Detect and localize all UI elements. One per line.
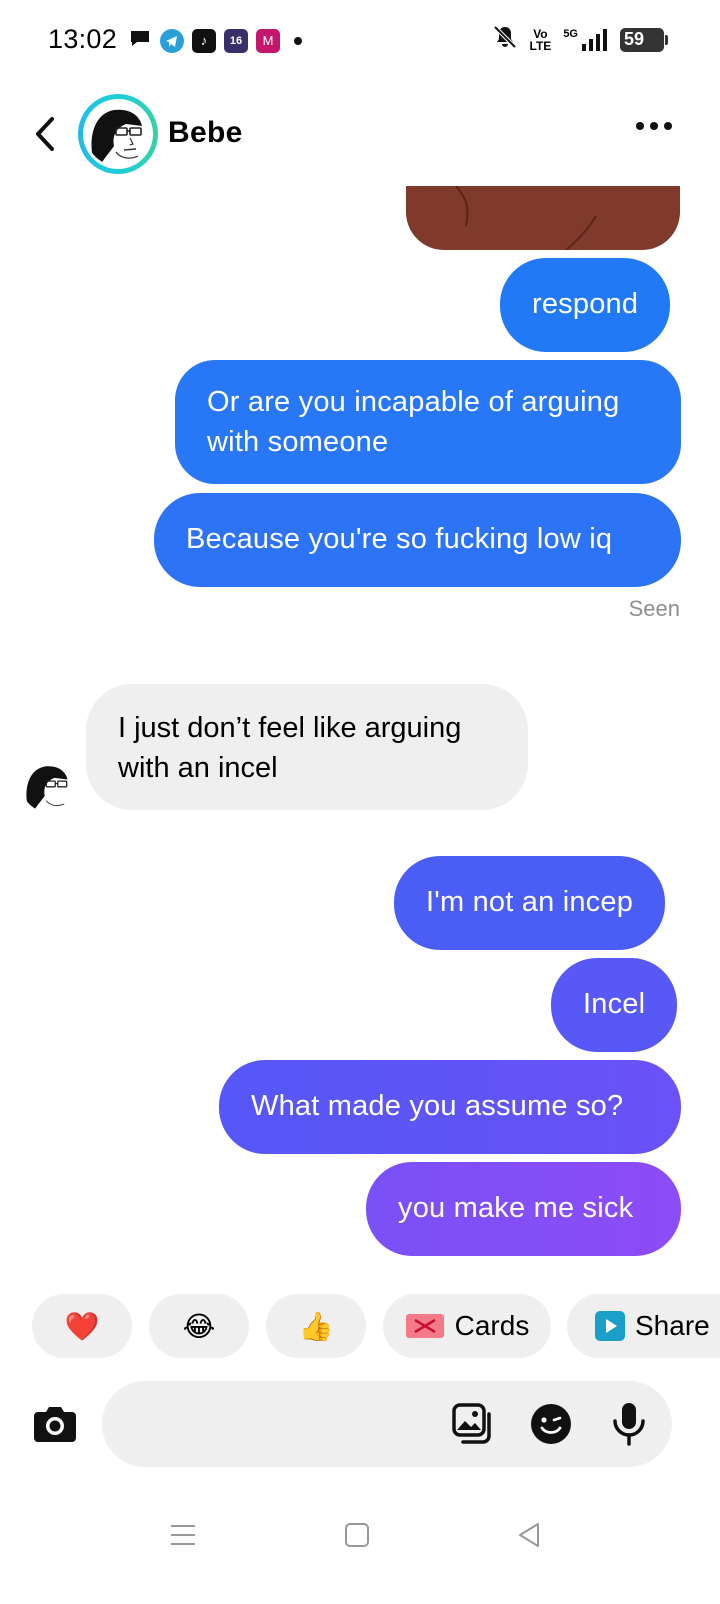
sender-avatar[interactable] [22, 760, 74, 812]
contact-name[interactable]: Bebe [168, 116, 243, 150]
back-nav-icon [519, 1523, 539, 1547]
received-message[interactable]: I just don’t feel like arguing with an i… [86, 684, 528, 810]
cards-button[interactable]: Cards [383, 1294, 551, 1358]
back-icon [36, 117, 54, 151]
telegram-icon [160, 28, 184, 53]
seen-status: Seen [628, 596, 680, 621]
menu-icon [171, 1525, 195, 1545]
heart-icon: ❤️ [64, 1310, 100, 1342]
m-app-icon: M [256, 28, 280, 53]
network-type: 5G [563, 27, 578, 40]
sent-message[interactable]: Or are you incapable of arguing with som… [175, 360, 681, 484]
volte-bottom: LTE [529, 38, 552, 53]
message-composer [102, 1381, 672, 1467]
recents-button[interactable] [158, 1510, 208, 1560]
system-icons: Vo LTE 5G 59 [492, 24, 668, 55]
camera-icon [34, 1407, 76, 1442]
notification-icons: ♪ 16 M [128, 26, 302, 55]
share-label: Share [635, 1310, 710, 1341]
shared-media-preview[interactable] [406, 186, 680, 250]
system-nav-bar [0, 1490, 720, 1604]
more-notifications-dot [294, 36, 302, 45]
sent-message[interactable]: Because you're so fucking low iq [154, 493, 681, 587]
gallery-icon [452, 1403, 491, 1444]
contact-avatar[interactable] [78, 94, 158, 174]
share-play-icon [595, 1311, 625, 1341]
gallery-button[interactable] [450, 1401, 496, 1447]
battery-icon: 59 [620, 27, 668, 52]
message-input[interactable] [122, 1381, 422, 1467]
thumbs-up-button[interactable]: 👍 [266, 1294, 366, 1358]
cards-label: Cards [454, 1310, 530, 1341]
sent-message[interactable]: respond [500, 258, 671, 352]
thumbs-up-icon: 👍 [298, 1310, 334, 1342]
calendar-icon: 16 [224, 28, 248, 53]
battery-level: 59 [624, 29, 645, 49]
home-icon [345, 1523, 369, 1547]
more-icon-dot [664, 122, 672, 130]
sent-message[interactable]: you make me sick [366, 1162, 681, 1256]
volte-indicator: Vo LTE [530, 28, 552, 52]
sent-message[interactable]: What made you assume so? [219, 1060, 681, 1154]
sticker-icon [531, 1404, 571, 1444]
tiktok-icon: ♪ [192, 28, 216, 53]
laughing-emoji-icon: 😂 [182, 1310, 216, 1342]
chat-icon [128, 26, 152, 55]
status-time: 13:02 [48, 24, 118, 54]
status-bar: 13:02 ♪ 16 M Vo LTE 5G 59 [0, 0, 720, 80]
avatar-face-icon [22, 760, 74, 812]
more-options-button[interactable] [636, 122, 672, 130]
quick-reactions-row: ❤️ 😂 👍 Cards Share [32, 1294, 720, 1358]
back-button[interactable] [30, 114, 60, 154]
gift-card-icon [405, 1314, 444, 1338]
system-back-button[interactable] [504, 1510, 554, 1560]
home-button[interactable] [332, 1510, 382, 1560]
microphone-button[interactable] [606, 1401, 652, 1447]
share-button[interactable]: Share [567, 1294, 720, 1358]
signal-icon: 5G [563, 28, 608, 52]
sticker-button[interactable] [528, 1401, 574, 1447]
avatar-face-icon [86, 102, 150, 166]
mic-icon [613, 1403, 645, 1446]
sent-message[interactable]: I'm not an incep [394, 856, 666, 950]
more-icon-dot [650, 122, 658, 130]
sent-message[interactable]: Incel [551, 958, 678, 1052]
mute-icon [492, 24, 518, 55]
heart-reaction-button[interactable]: ❤️ [32, 1294, 132, 1358]
more-icon [636, 122, 644, 130]
camera-button[interactable] [32, 1400, 78, 1446]
laugh-reaction-button[interactable]: 😂 [149, 1294, 249, 1358]
chat-header: Bebe [0, 86, 720, 182]
